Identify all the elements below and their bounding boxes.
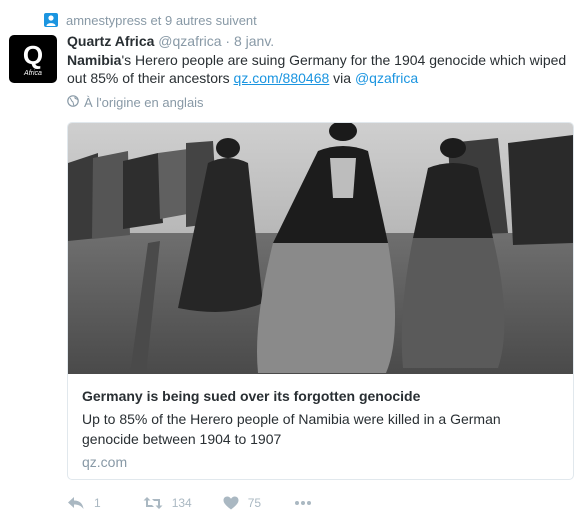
globe-icon: [67, 95, 79, 110]
retweet-button[interactable]: 134: [143, 496, 192, 510]
reply-count: 1: [94, 496, 101, 510]
author-name[interactable]: Quartz Africa: [67, 33, 154, 49]
more-icon: [294, 500, 312, 506]
translation-text: À l'origine en anglais: [84, 95, 204, 110]
card-image: [68, 123, 573, 374]
tweet-link[interactable]: qz.com/880468: [234, 70, 330, 86]
tweet-text: Namibia's Herero people are suing German…: [67, 51, 572, 87]
translation-note[interactable]: À l'origine en anglais: [67, 95, 204, 110]
card-description: Up to 85% of the Herero people of Namibi…: [82, 411, 501, 447]
header-separator: ·: [225, 33, 231, 49]
tweet-date[interactable]: 8 janv.: [234, 33, 274, 49]
like-count: 75: [247, 496, 262, 510]
tweet-actions: 1 134 75: [67, 496, 312, 510]
card-title: Germany is being sued over its forgotten…: [82, 388, 421, 404]
reply-button[interactable]: 1: [67, 496, 101, 510]
heart-icon: [223, 496, 239, 510]
avatar[interactable]: Q Africa: [9, 35, 57, 83]
retweet-count: 134: [171, 496, 192, 510]
tweet-header: Quartz Africa @qzafrica · 8 janv.: [67, 33, 274, 49]
social-context-text: amnestypress et 9 autres suivent: [66, 12, 257, 28]
text-hashtag-bold: Namibia: [67, 52, 122, 68]
link-card[interactable]: Germany is being sued over its forgotten…: [67, 122, 574, 480]
social-context[interactable]: amnestypress et 9 autres suivent: [44, 11, 257, 29]
author-handle[interactable]: @qzafrica: [158, 33, 221, 49]
person-icon: [44, 13, 58, 27]
tweet-mention[interactable]: @qzafrica: [355, 70, 418, 86]
retweet-icon: [143, 496, 163, 510]
card-domain: qz.com: [82, 454, 128, 470]
like-button[interactable]: 75: [223, 496, 261, 510]
avatar-letter: Q: [22, 40, 44, 70]
avatar-subtitle: Africa: [24, 70, 42, 77]
reply-icon: [67, 496, 85, 510]
more-button[interactable]: [294, 500, 312, 506]
text-via: via: [329, 70, 355, 86]
